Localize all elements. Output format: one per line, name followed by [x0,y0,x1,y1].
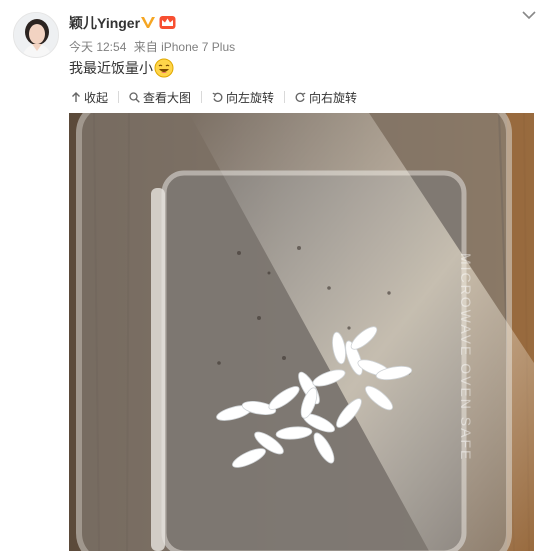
chevron-down-icon[interactable] [522,10,536,20]
magnifier-icon [129,91,140,103]
avatar[interactable] [13,12,59,58]
divider [201,91,203,103]
view-large-button[interactable]: 查看大图 [127,89,193,106]
collapse-label: 收起 [84,90,109,105]
collapse-button[interactable]: 收起 [69,89,110,106]
rotate-right-button[interactable]: 向右旋转 [293,89,359,106]
avatar-image [14,13,58,57]
view-large-label: 查看大图 [143,90,192,105]
member-crown-icon[interactable] [159,14,176,30]
rice-container-photo: MICROWAVE OVEN SAFE [69,113,534,551]
embossed-text: MICROWAVE OVEN SAFE [458,253,474,461]
post-meta: 今天 12:54 来自 iPhone 7 Plus [69,38,235,55]
post-time[interactable]: 今天 12:54 [69,40,126,54]
post-text: 我最近饭量小 [69,60,153,76]
from-label: 来自 [133,40,158,54]
rotate-left-label: 向左旋转 [226,90,275,105]
rotate-left-button[interactable]: 向左旋转 [210,89,276,106]
arrow-up-icon [72,91,80,102]
divider [284,91,286,103]
rotate-right-label: 向右旋转 [309,90,358,105]
post-photo[interactable]: MICROWAVE OVEN SAFE [69,113,534,551]
username[interactable]: 颖儿Yinger [69,13,140,33]
rotate-left-icon [212,92,223,102]
image-toolbar: 收起 查看大图 向左旋转 向右旋转 [69,84,528,110]
laughing-emoji-icon [154,58,174,78]
verified-v-icon[interactable] [140,14,156,30]
post-text-row: 我最近饭量小 [69,58,174,78]
rotate-right-icon [295,92,306,102]
post-device[interactable]: iPhone 7 Plus [161,40,235,54]
divider [118,91,120,103]
